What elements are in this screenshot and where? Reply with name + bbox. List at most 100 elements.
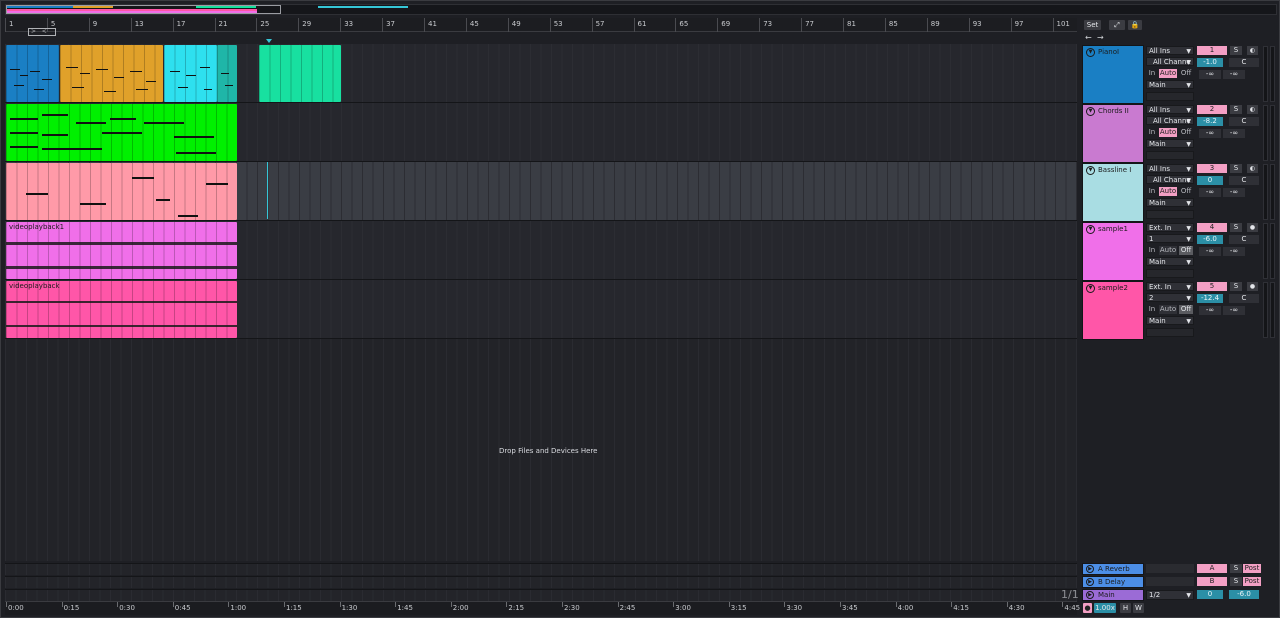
audio-clip[interactable]: videoplayback1 <box>6 222 237 279</box>
track-name[interactable]: Bassline I <box>1098 166 1131 174</box>
return-letter-a[interactable]: A <box>1197 564 1227 573</box>
midi-clip[interactable] <box>164 45 217 102</box>
send-a-field[interactable]: -∞ <box>1199 188 1221 197</box>
input-channel-select[interactable]: All Channe ▼ <box>1146 175 1194 184</box>
track-name[interactable]: PianoI <box>1098 48 1119 56</box>
input-type-select[interactable]: All Ins ▼ <box>1146 46 1194 55</box>
midi-clip-empty[interactable] <box>259 45 341 102</box>
send-b-field[interactable]: -∞ <box>1223 70 1245 79</box>
fold-triangle-icon[interactable]: ▶ <box>1086 591 1094 599</box>
return-lane-a[interactable] <box>5 563 1077 575</box>
main-head[interactable]: ▶ Main <box>1082 589 1144 601</box>
track-name[interactable]: sample1 <box>1098 225 1128 233</box>
overview-viewport[interactable] <box>6 5 281 14</box>
volume-field[interactable]: -1.0 <box>1197 58 1223 67</box>
track-lane-chords[interactable] <box>5 103 1077 162</box>
output-channel-select[interactable] <box>1146 210 1194 219</box>
solo-button[interactable]: S <box>1230 164 1242 173</box>
output-select[interactable]: Main ▼ <box>1146 257 1194 266</box>
volume-field[interactable]: 0 <box>1197 176 1223 185</box>
solo-button[interactable]: S <box>1230 564 1242 573</box>
output-channel-select[interactable] <box>1146 92 1194 101</box>
send-a-field[interactable]: -∞ <box>1199 247 1221 256</box>
return-head-b[interactable]: ▶ B Delay <box>1082 576 1144 588</box>
monitor-icon[interactable]: ◐ <box>1247 105 1258 114</box>
fold-triangle-icon[interactable]: ▼ <box>1086 284 1095 293</box>
fold-triangle-icon[interactable]: ▼ <box>1086 107 1095 116</box>
input-channel-select[interactable]: All Channe ▼ <box>1146 116 1194 125</box>
track-activator[interactable]: 2 <box>1197 105 1227 114</box>
track-activator[interactable]: 1 <box>1197 46 1227 55</box>
main-pan[interactable]: -6.0 <box>1229 590 1259 599</box>
track-lane-sample2[interactable]: videoplayback <box>5 280 1077 339</box>
input-type-select[interactable]: Ext. In ▼ <box>1146 282 1194 291</box>
monitor-in-button[interactable]: In <box>1147 246 1157 255</box>
w-button[interactable]: W <box>1133 603 1144 613</box>
input-type-select[interactable]: All Ins ▼ <box>1146 164 1194 173</box>
solo-button[interactable]: S <box>1230 46 1242 55</box>
track-head-4[interactable]: ▼ sample1 <box>1082 222 1144 281</box>
track-head-2[interactable]: ▼ Chords II <box>1082 104 1144 163</box>
post-button[interactable]: Post <box>1243 577 1261 586</box>
main-output-select[interactable]: 1/2 ▼ <box>1146 590 1194 600</box>
return-head-a[interactable]: ▶ A Reverb <box>1082 563 1144 575</box>
fold-triangle-icon[interactable]: ▶ <box>1086 565 1094 573</box>
arrangement-overview[interactable] <box>5 4 1277 15</box>
output-select[interactable]: Main ▼ <box>1146 316 1194 325</box>
time-ruler[interactable]: 0:00 0:15 0:30 0:45 1:00 1:15 1:30 1:45 2:00 2:15… <box>5 601 1080 615</box>
track-activator[interactable]: 5 <box>1197 282 1227 291</box>
monitor-auto-button[interactable]: Auto <box>1159 69 1177 78</box>
fold-triangle-icon[interactable]: ▼ <box>1086 166 1095 175</box>
output-channel-select[interactable] <box>1146 269 1194 278</box>
send-a-field[interactable]: -∞ <box>1199 70 1221 79</box>
track-lane-sample1[interactable]: videoplayback1 <box>5 221 1077 280</box>
track-name[interactable]: Chords II <box>1098 107 1129 115</box>
output-channel-select[interactable] <box>1146 151 1194 160</box>
record-arm-icon[interactable]: ● <box>1247 223 1258 232</box>
monitor-in-button[interactable]: In <box>1147 187 1157 196</box>
track-head-5[interactable]: ▼ sample2 <box>1082 281 1144 340</box>
send-b-field[interactable]: -∞ <box>1223 247 1245 256</box>
monitor-auto-button[interactable]: Auto <box>1159 305 1177 314</box>
monitor-off-button[interactable]: Off <box>1179 69 1193 78</box>
monitor-icon[interactable]: ◐ <box>1247 164 1258 173</box>
pan-field[interactable]: C <box>1229 58 1259 67</box>
track-activator[interactable]: 4 <box>1197 223 1227 232</box>
monitor-auto-button[interactable]: Auto <box>1159 246 1177 255</box>
fold-triangle-icon[interactable]: ▼ <box>1086 225 1095 234</box>
send-a-field[interactable]: -∞ <box>1199 129 1221 138</box>
post-button[interactable]: Post <box>1243 564 1261 573</box>
monitor-off-button[interactable]: Off <box>1179 128 1193 137</box>
return-lane-b[interactable] <box>5 576 1077 588</box>
output-channel-select[interactable] <box>1146 328 1194 337</box>
loop-brace[interactable]: > < <box>28 28 56 36</box>
monitor-auto-button[interactable]: Auto <box>1159 187 1177 196</box>
input-channel-select[interactable]: 1 ▼ <box>1146 234 1194 243</box>
volume-field[interactable]: -12.4 <box>1197 294 1223 303</box>
volume-field[interactable]: -8.2 <box>1197 117 1223 126</box>
lock-icon[interactable]: 🔒 <box>1128 20 1142 30</box>
volume-field[interactable]: -6.0 <box>1197 235 1223 244</box>
set-button[interactable]: Set <box>1084 20 1101 30</box>
expand-icon[interactable]: ⤢ <box>1109 20 1125 30</box>
solo-button[interactable]: S <box>1230 105 1242 114</box>
solo-button[interactable]: S <box>1230 282 1242 291</box>
input-channel-select[interactable]: 2 ▼ <box>1146 293 1194 302</box>
midi-clip[interactable] <box>6 104 237 161</box>
bar-ruler[interactable]: 1 5 9 13 17 21 25 29 33 37 41 45 49 53 57 61 65 69 73 77 81 8… <box>5 18 1077 32</box>
input-type-select[interactable]: Ext. In ▼ <box>1146 223 1194 232</box>
track-lane-bassline[interactable] <box>5 162 1077 221</box>
track-head-3[interactable]: ▼ Bassline I <box>1082 163 1144 222</box>
output-select[interactable]: Main ▼ <box>1146 139 1194 148</box>
main-volume[interactable]: 0 <box>1197 590 1223 599</box>
record-arm-icon[interactable]: ● <box>1083 603 1092 613</box>
solo-button[interactable]: S <box>1230 223 1242 232</box>
midi-clip[interactable] <box>6 163 237 220</box>
monitor-auto-button[interactable]: Auto <box>1159 128 1177 137</box>
arrow-right-icon[interactable]: → <box>1097 33 1104 42</box>
output-select[interactable]: Main ▼ <box>1146 198 1194 207</box>
monitor-in-button[interactable]: In <box>1147 305 1157 314</box>
send-a-field[interactable]: -∞ <box>1199 306 1221 315</box>
midi-clip[interactable] <box>60 45 163 102</box>
monitor-off-button[interactable]: Off <box>1179 246 1193 255</box>
